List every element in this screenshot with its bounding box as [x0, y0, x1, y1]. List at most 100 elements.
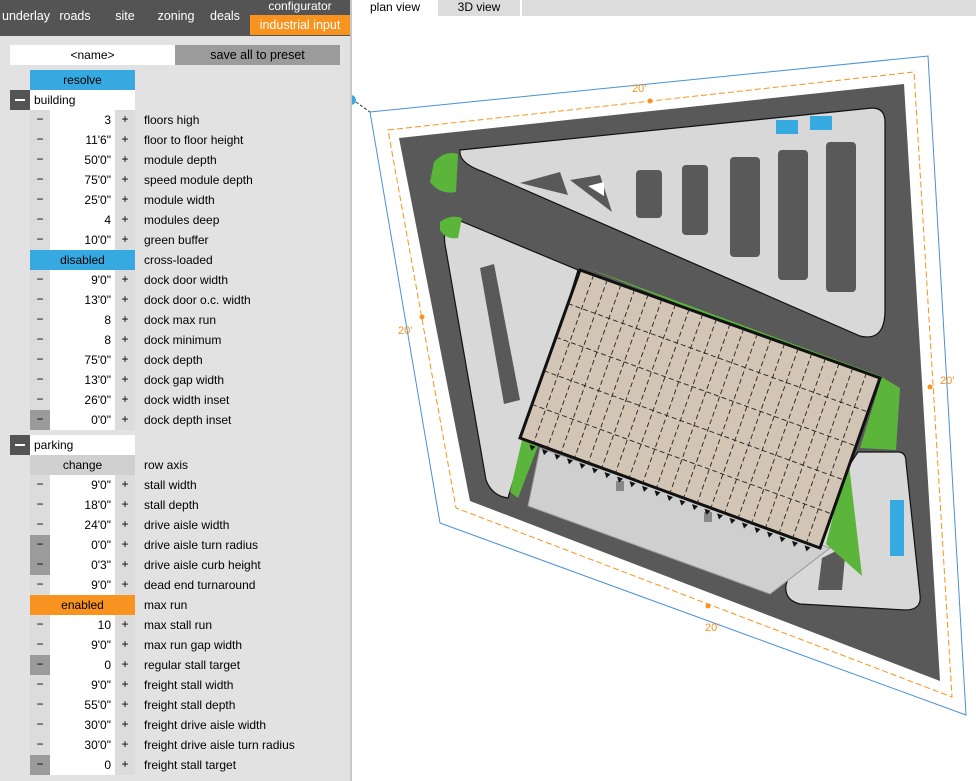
resolve-button[interactable]: resolve — [30, 70, 135, 90]
minus-icon[interactable]: − — [30, 130, 50, 150]
plus-icon[interactable]: + — [115, 695, 135, 715]
speed-module-depth-value[interactable]: 75'0" — [50, 170, 115, 190]
floors-high-value[interactable]: 3 — [50, 110, 115, 130]
tab-plan-view[interactable]: plan view — [352, 0, 438, 16]
max-run-toggle-button[interactable]: enabled — [30, 595, 135, 615]
modules-deep-value[interactable]: 4 — [50, 210, 115, 230]
collapse-building-icon[interactable] — [10, 90, 30, 110]
site-plan-canvas[interactable]: 20' 20' 20' 20' — [352, 16, 976, 781]
plus-icon[interactable]: + — [115, 755, 135, 775]
plus-icon[interactable]: + — [115, 675, 135, 695]
plus-icon[interactable]: + — [115, 210, 135, 230]
plus-icon[interactable]: + — [115, 370, 135, 390]
freight-drive-aisle-turn-radius-value[interactable]: 30'0" — [50, 735, 115, 755]
plus-icon[interactable]: + — [115, 475, 135, 495]
plus-icon[interactable]: + — [115, 150, 135, 170]
plus-icon[interactable]: + — [115, 515, 135, 535]
minus-icon[interactable]: − — [30, 735, 50, 755]
plus-icon[interactable]: + — [115, 575, 135, 595]
plus-icon[interactable]: + — [115, 495, 135, 515]
minus-icon[interactable]: − — [30, 370, 50, 390]
minus-icon[interactable]: − — [30, 495, 50, 515]
minus-icon[interactable]: − — [30, 475, 50, 495]
minus-icon[interactable]: − — [30, 390, 50, 410]
plus-icon[interactable]: + — [115, 615, 135, 635]
minus-icon[interactable]: − — [30, 310, 50, 330]
plus-icon[interactable]: + — [115, 170, 135, 190]
minus-icon[interactable]: − — [30, 635, 50, 655]
tab-zoning[interactable]: zoning — [152, 0, 200, 32]
plus-icon[interactable]: + — [115, 290, 135, 310]
minus-icon[interactable]: − — [30, 515, 50, 535]
minus-icon[interactable]: − — [30, 210, 50, 230]
plus-icon[interactable]: + — [115, 230, 135, 250]
dock-max-run-value[interactable]: 8 — [50, 310, 115, 330]
freight-stall-width-value[interactable]: 9'0" — [50, 675, 115, 695]
minus-icon[interactable]: − — [30, 575, 50, 595]
collapse-parking-icon[interactable] — [10, 435, 30, 455]
freight-stall-target-value[interactable]: 0 — [50, 755, 115, 775]
tab-3d-view[interactable]: 3D view — [438, 0, 520, 16]
minus-icon[interactable]: − — [30, 150, 50, 170]
minus-icon[interactable]: − — [30, 755, 50, 775]
plus-icon[interactable]: + — [115, 410, 135, 430]
module-depth-value[interactable]: 50'0" — [50, 150, 115, 170]
minus-icon[interactable]: − — [30, 290, 50, 310]
tab-industrial-input[interactable]: industrial input — [250, 15, 350, 35]
plus-icon[interactable]: + — [115, 110, 135, 130]
tab-underlay[interactable]: underlay — [0, 0, 52, 32]
plus-icon[interactable]: + — [115, 655, 135, 675]
tab-roads[interactable]: roads — [52, 0, 98, 32]
boundary-vertex-handle[interactable] — [352, 95, 356, 105]
plus-icon[interactable]: + — [115, 350, 135, 370]
regular-stall-target-value[interactable]: 0 — [50, 655, 115, 675]
dock-depth-value[interactable]: 75'0" — [50, 350, 115, 370]
minus-icon[interactable]: − — [30, 190, 50, 210]
stall-width-value[interactable]: 9'0" — [50, 475, 115, 495]
minus-icon[interactable]: − — [30, 270, 50, 290]
minus-icon[interactable]: − — [30, 535, 50, 555]
plus-icon[interactable]: + — [115, 715, 135, 735]
minus-icon[interactable]: − — [30, 170, 50, 190]
module-width-value[interactable]: 25'0" — [50, 190, 115, 210]
minus-icon[interactable]: − — [30, 675, 50, 695]
plus-icon[interactable]: + — [115, 635, 135, 655]
tab-site[interactable]: site — [98, 0, 152, 32]
preset-name-input[interactable] — [10, 45, 175, 65]
dock-depth-inset-value[interactable]: 0'0" — [50, 410, 115, 430]
freight-drive-aisle-width-value[interactable]: 30'0" — [50, 715, 115, 735]
plus-icon[interactable]: + — [115, 190, 135, 210]
plus-icon[interactable]: + — [115, 330, 135, 350]
stall-depth-value[interactable]: 18'0" — [50, 495, 115, 515]
freight-stall-depth-value[interactable]: 55'0" — [50, 695, 115, 715]
max-run-gap-width-value[interactable]: 9'0" — [50, 635, 115, 655]
plus-icon[interactable]: + — [115, 310, 135, 330]
dock-door-o-c-width-value[interactable]: 13'0" — [50, 290, 115, 310]
drive-aisle-width-value[interactable]: 24'0" — [50, 515, 115, 535]
plus-icon[interactable]: + — [115, 270, 135, 290]
floor-to-floor-height-value[interactable]: 11'6" — [50, 130, 115, 150]
minus-icon[interactable]: − — [30, 330, 50, 350]
plus-icon[interactable]: + — [115, 535, 135, 555]
plus-icon[interactable]: + — [115, 555, 135, 575]
minus-icon[interactable]: − — [30, 715, 50, 735]
max-stall-run-value[interactable]: 10 — [50, 615, 115, 635]
drive-aisle-turn-radius-value[interactable]: 0'0" — [50, 535, 115, 555]
minus-icon[interactable]: − — [30, 110, 50, 130]
minus-icon[interactable]: − — [30, 695, 50, 715]
save-preset-button[interactable]: save all to preset — [175, 45, 340, 65]
plus-icon[interactable]: + — [115, 130, 135, 150]
cross-loaded-toggle-button[interactable]: disabled — [30, 250, 135, 270]
plus-icon[interactable]: + — [115, 390, 135, 410]
minus-icon[interactable]: − — [30, 655, 50, 675]
green-buffer-value[interactable]: 10'0" — [50, 230, 115, 250]
dock-width-inset-value[interactable]: 26'0" — [50, 390, 115, 410]
minus-icon[interactable]: − — [30, 410, 50, 430]
dock-gap-width-value[interactable]: 13'0" — [50, 370, 115, 390]
minus-icon[interactable]: − — [30, 350, 50, 370]
row-axis-toggle-button[interactable]: change — [30, 455, 135, 475]
drive-aisle-curb-height-value[interactable]: 0'3" — [50, 555, 115, 575]
plus-icon[interactable]: + — [115, 735, 135, 755]
tab-deals[interactable]: deals — [200, 0, 250, 32]
minus-icon[interactable]: − — [30, 230, 50, 250]
